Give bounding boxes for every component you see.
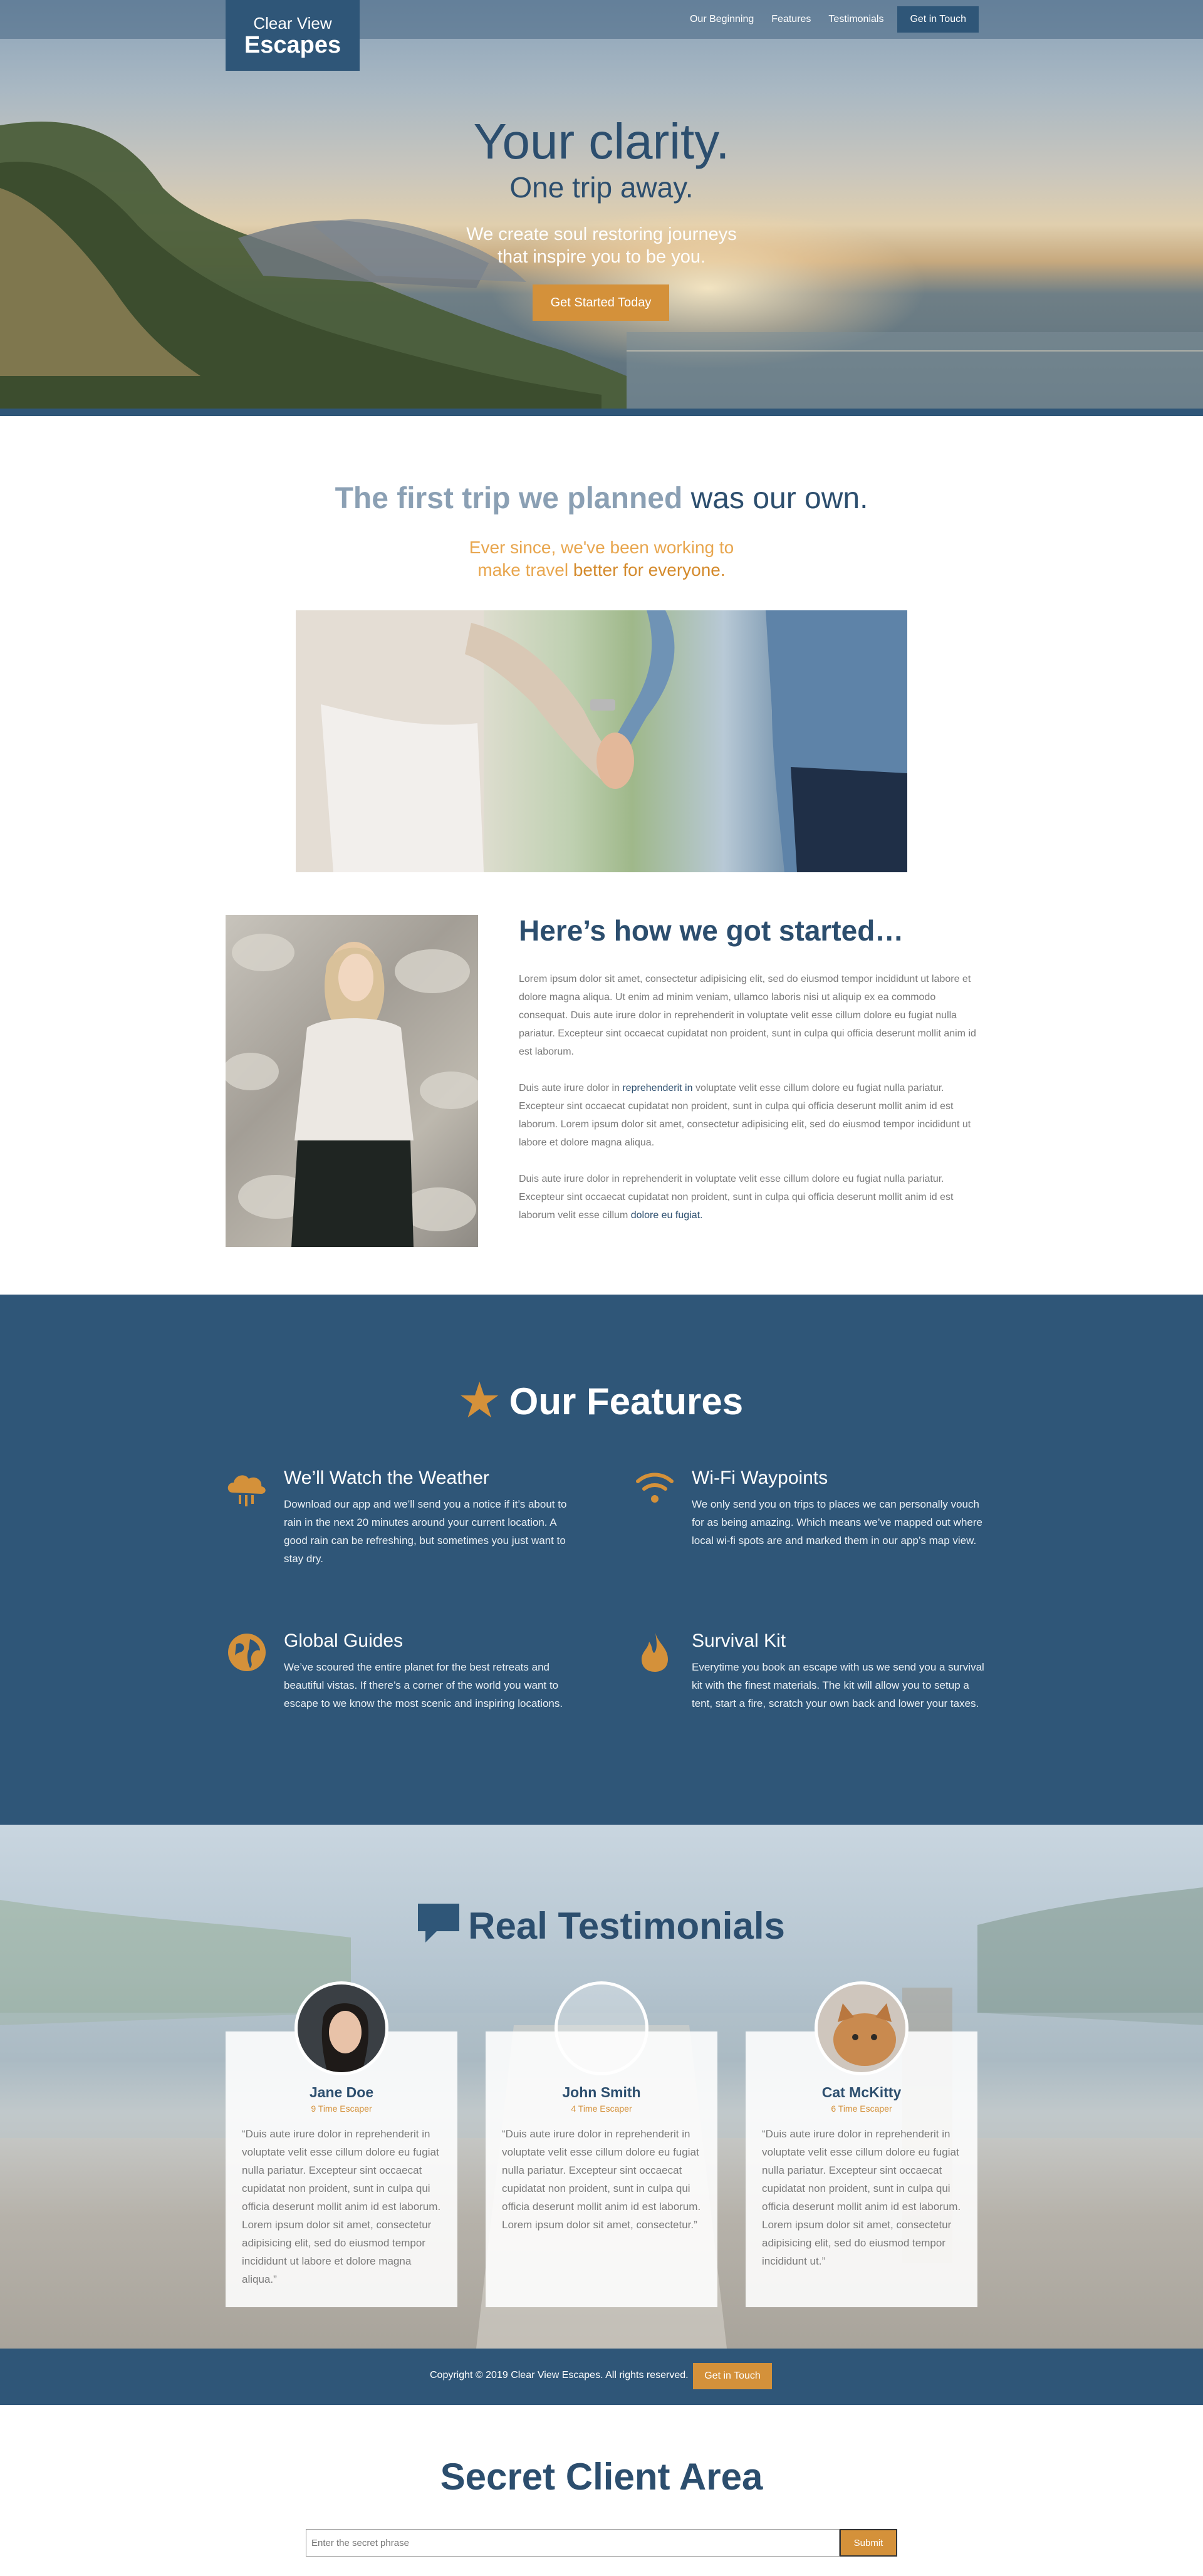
features-section: ★ Our Features We’ll Watch the Weather Do… xyxy=(0,1295,1203,1825)
hero-desc-line1: We create soul restoring journeys xyxy=(466,224,737,244)
feature-body: Download our app and we’ll send you a no… xyxy=(284,1498,567,1565)
nav-link-our-beginning[interactable]: Our Beginning xyxy=(681,6,763,33)
secret-form: Submit xyxy=(306,2529,897,2557)
feature-body: We’ve scoured the entire planet for the … xyxy=(284,1661,563,1709)
p3-text-a: Duis aute irure dolor in reprehenderit i… xyxy=(519,1174,954,1221)
footer: Copyright © 2019 Clear View Escapes. All… xyxy=(0,2349,1203,2405)
feature-title: We’ll Watch the Weather xyxy=(284,1468,489,1488)
story-paragraph-3: Duis aute irure dolor in reprehenderit i… xyxy=(519,1170,977,1224)
story-sub-line2-bold: better for everyone. xyxy=(573,560,726,580)
feature-body: We only send you on trips to places we c… xyxy=(692,1498,982,1546)
nav-links: Our Beginning Features Testimonials Get … xyxy=(681,6,979,33)
globe-icon xyxy=(228,1634,266,1671)
avatar xyxy=(815,1981,909,2075)
testimonial-card: John Smith 4 Time Escaper “Duis aute iru… xyxy=(486,1981,717,2307)
features-heading: ★ Our Features xyxy=(0,1375,1203,1426)
testimonial-quote: “Duis aute irure dolor in reprehenderit … xyxy=(762,2128,961,2267)
features-heading-bold: Features xyxy=(586,1380,744,1422)
testimonial-quote: “Duis aute irure dolor in reprehenderit … xyxy=(502,2128,701,2231)
p2-text-emphasis: reprehenderit in xyxy=(622,1083,693,1093)
feature-title: Survival Kit xyxy=(692,1630,786,1651)
testimonial-role: 9 Time Escaper xyxy=(311,2104,372,2114)
avatar-placeholder xyxy=(555,1981,648,2075)
speech-bubble-icon xyxy=(418,1904,460,1942)
feature-wifi: Wi-Fi Waypoints We only send you on trip… xyxy=(636,1468,986,1550)
secret-submit-button[interactable]: Submit xyxy=(840,2529,897,2557)
founder-photo xyxy=(226,915,478,1247)
feature-title: Wi-Fi Waypoints xyxy=(692,1468,828,1488)
avatar-jane-doe xyxy=(298,1984,385,2072)
logo-line2: Escapes xyxy=(244,32,341,58)
hero-section: Your clarity. One trip away. We create s… xyxy=(0,0,1203,409)
testimonial-name: Cat McKitty xyxy=(821,2084,902,2100)
fire-icon xyxy=(642,1633,668,1672)
testimonial-role: 4 Time Escaper xyxy=(571,2104,632,2114)
nav-get-in-touch-button[interactable]: Get in Touch xyxy=(897,6,979,33)
hero-bottom-stripe xyxy=(0,409,1203,416)
secret-area-heading: Secret Client Area xyxy=(440,2456,763,2498)
founder-illustration xyxy=(226,934,478,1247)
feature-weather: We’ll Watch the Weather Download our app… xyxy=(227,1468,578,1568)
testimonial-name: Jane Doe xyxy=(309,2084,374,2100)
how-we-started-heading: Here’s how we got started… xyxy=(519,914,904,947)
wifi-icon xyxy=(636,1473,674,1503)
testimonial-card: Cat McKitty 6 Time Escaper “Duis aute ir… xyxy=(746,1981,977,2307)
testimonials-heading: Real Testimonials xyxy=(0,1904,1203,1948)
testimonial-quote: “Duis aute irure dolor in reprehenderit … xyxy=(242,2128,441,2285)
nav-link-testimonials[interactable]: Testimonials xyxy=(820,6,892,33)
story-heading-light: The first trip we planned xyxy=(335,482,691,515)
testimonials-section: Real Testimonials Jane Doe 9 Time Escape… xyxy=(0,1825,1203,2349)
feature-body: Everytime you book an escape with us we … xyxy=(692,1661,984,1709)
p2-text-a: Duis aute irure dolor in xyxy=(519,1083,623,1093)
nav-link-features[interactable]: Features xyxy=(763,6,820,33)
logo-line1: Clear View xyxy=(253,14,332,33)
features-heading-light: Our xyxy=(509,1380,586,1422)
story-subheading: Ever since, we've been working to make t… xyxy=(0,536,1203,581)
feature-title: Global Guides xyxy=(284,1630,404,1651)
star-icon: ★ xyxy=(459,1376,499,1425)
testimonials-heading-bold: Testimonials xyxy=(558,1905,785,1947)
story-sub-line2-light: make travel xyxy=(477,560,573,580)
get-started-button[interactable]: Get Started Today xyxy=(533,284,669,321)
hero-subtitle: One trip away. xyxy=(509,171,694,204)
site-logo[interactable]: Clear View Escapes xyxy=(226,0,360,71)
top-nav: Clear View Escapes Our Beginning Feature… xyxy=(0,0,1203,71)
hero-title: Your clarity. xyxy=(473,113,730,169)
footer-get-in-touch-button[interactable]: Get in Touch xyxy=(693,2363,772,2389)
story-paragraph-2: Duis aute irure dolor in reprehenderit i… xyxy=(519,1079,977,1152)
holding-hands-photo xyxy=(296,610,907,872)
story-sub-line1: Ever since, we've been working to xyxy=(469,538,734,557)
testimonials-heading-light: Real xyxy=(468,1905,558,1947)
feature-survival: Survival Kit Everytime you book an escap… xyxy=(642,1630,986,1713)
holding-hands-illustration xyxy=(296,610,907,872)
hero-landscape-image xyxy=(0,122,1203,409)
p3-text-emphasis: dolore eu fugiat. xyxy=(630,1210,703,1221)
hero-desc-line2: that inspire you to be you. xyxy=(497,247,706,267)
testimonial-card: Jane Doe 9 Time Escaper “Duis aute irure… xyxy=(226,1981,457,2307)
testimonial-name: John Smith xyxy=(562,2084,641,2100)
how-we-started-body: Lorem ipsum dolor sit amet, consectetur … xyxy=(519,970,977,1243)
story-heading: The first trip we planned was our own. xyxy=(0,481,1203,516)
copyright-text: Copyright © 2019 Clear View Escapes. All… xyxy=(430,2370,689,2380)
avatar-cat-mckitty xyxy=(818,1984,905,2072)
landing-page: Your clarity. One trip away. We create s… xyxy=(0,0,1203,2576)
avatar xyxy=(294,1981,388,2075)
testimonial-role: 6 Time Escaper xyxy=(831,2104,892,2114)
feature-guides: Global Guides We’ve scoured the entire p… xyxy=(228,1630,578,1713)
hero-description: We create soul restoring journeys that i… xyxy=(0,223,1203,268)
secret-phrase-input[interactable] xyxy=(306,2529,840,2557)
cloud-rain-icon xyxy=(227,1475,266,1506)
story-heading-bold: was our own. xyxy=(690,482,868,515)
story-paragraph-1: Lorem ipsum dolor sit amet, consectetur … xyxy=(519,974,976,1057)
